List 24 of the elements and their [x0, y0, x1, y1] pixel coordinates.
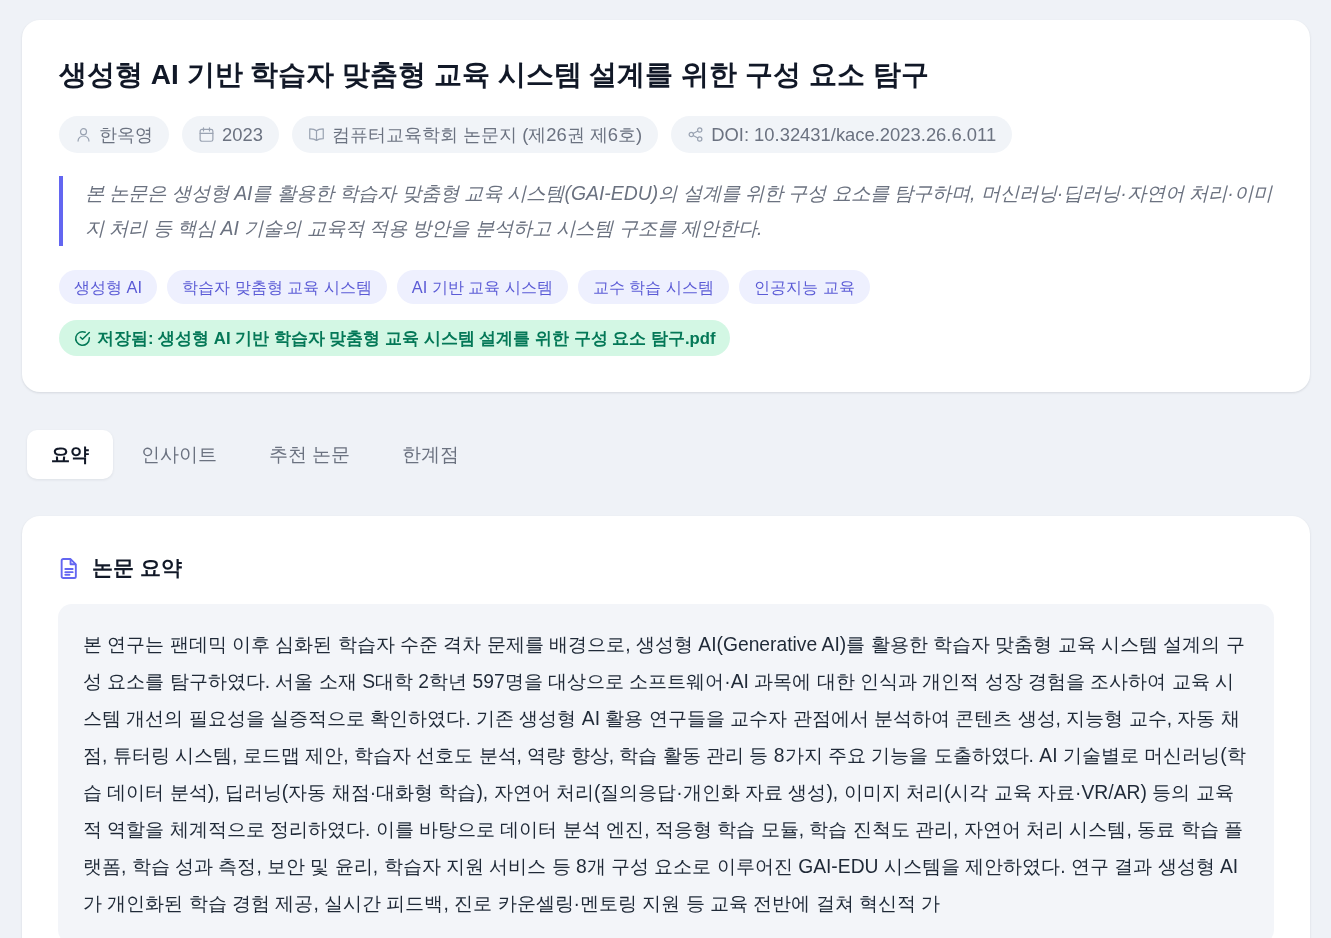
- tab[interactable]: 추천 논문: [245, 430, 375, 479]
- calendar-icon: [199, 127, 214, 142]
- keyword-tag: 인공지능 교육: [739, 270, 870, 304]
- author-name: 한옥영: [99, 123, 153, 147]
- doi-text: DOI: 10.32431/kace.2023.26.6.011: [711, 123, 997, 146]
- book-icon: [308, 127, 324, 142]
- tab[interactable]: 인사이트: [117, 430, 241, 479]
- document-icon: [60, 557, 78, 579]
- abstract-quote: 본 논문은 생성형 AI를 활용한 학습자 맞춤형 교육 시스템(GAI-EDU)의 설계를 위한 구성 요소를 탐구하며, 머신러닝·딥러닝·자연어 처리·이미지 처리 등 핵심 AI 기술의 교육적 적용 방안을 분석하고 시스템 구조를 제안한다.: [59, 176, 1274, 246]
- publication-year: 2023: [222, 123, 263, 146]
- keyword-tag: 교수 학습 시스템: [577, 270, 729, 304]
- tab[interactable]: 요약: [27, 430, 113, 479]
- journal-name: 컴퓨터교육학회 논문지 (제26권 제6호): [331, 123, 643, 147]
- check-circle-icon: [74, 329, 91, 347]
- section-heading: 논문 요약: [92, 555, 182, 581]
- summary-text: 본 연구는 팬데믹 이후 심화된 학습자 수준 격차 문제를 배경으로, 생성형 AI(Generative AI)를 활용한 학습자 맞춤형 교육 시스템 설계의 구성 요소를 탐구하였다. 서울 소재 S대학 2학년 597명을 대상으로 소프트웨어·AI 과목에 대한 인식과 개인적 성장 경험을 조사하여 교육 시스템 개선의 필요성을 실증적으로 확인하였다. 기존 생성형 AI 활용 연구들을 교수자 관점에서 분석하여 콘텐츠 생성, 지능형 교수, 자동 채점, 튜터링 시스템, 로드맵 제안, 학습자 선호도 분석, 역량 향상, 학습 활동 관리 등 8가지 주요 기능을 도출하였다. AI 기술별로 머신러닝(학습 데이터 분석), 딥러닝(자동 채점·대화형 학습), 자연어 처리(질의응답·개인화 자료 생성), 이미지 처리(시각 교육 자료·VR/AR) 등의 교육적 역할을 체계적으로 정리하였다. 이를 바탕으로 데이터 분석 엔진, 적응형 학습 모듈, 학습 진척도 관리, 자연어 처리 시스템, 동료 학습 플랫폼, 학습 성과 측정, 보안 및 윤리, 학습자 지원 서비스 등 8개 구성 요소로 이루어진 GAI-EDU 시스템을 제안하였다. 연구 결과 생성형 AI가 개인화된 학습 경험 제공, 실시간 피드백, 진로 카운셀링·멘토링 지원 등 교육 전반에 걸쳐 혁신적 가: [83, 633, 1247, 916]
- person-icon: [76, 127, 91, 142]
- saved-file-text: 저장됨: 생성형 AI 기반 학습자 맞춤형 교육 시스템 설계를 위한 구성 요소 탐구.pdf: [97, 327, 716, 350]
- keyword-tag: 생성형 AI: [59, 270, 158, 304]
- tab[interactable]: 한계점: [378, 430, 484, 479]
- keyword-tag: AI 기반 교육 시스템: [396, 270, 568, 304]
- keyword-tag: 학습자 맞춤형 교육 시스템: [167, 270, 387, 304]
- share-icon: [688, 127, 704, 142]
- paper-title: 생성형 AI 기반 학습자 맞춤형 교육 시스템 설계를 위한 구성 요소 탐구: [59, 58, 930, 92]
